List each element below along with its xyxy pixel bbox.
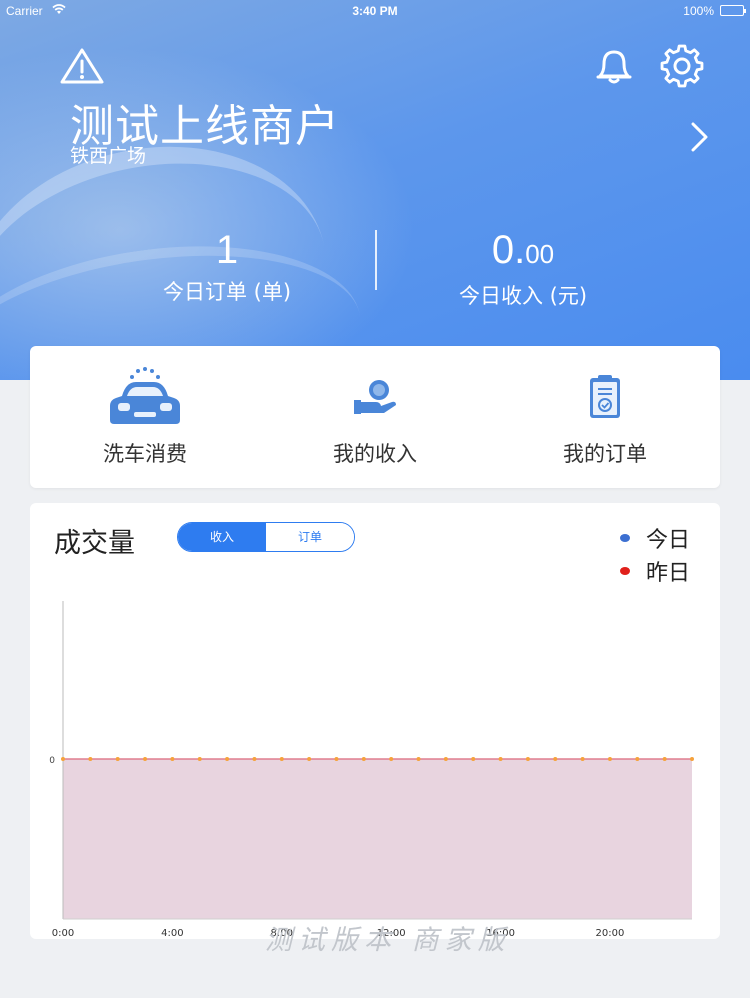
chart-type-toggle: 收入 订单 <box>177 522 355 552</box>
income-integer: 0. <box>491 228 526 272</box>
data-point <box>580 757 585 761</box>
today-income-value: 0.00 <box>373 226 673 278</box>
legend-label-today: 今日 <box>646 527 691 553</box>
today-income-label: 今日收入 (元) <box>458 284 588 308</box>
merchant-location: 铁西广场 <box>70 145 147 167</box>
x-tick-label: 20:00 <box>596 928 625 939</box>
data-point <box>607 757 612 761</box>
volume-chart: 00:00 4:00 8:00 12:00 16:00 20:00 <box>49 601 694 939</box>
data-point <box>471 757 476 761</box>
x-tick-label: 4:00 <box>161 928 183 939</box>
data-point <box>252 757 257 761</box>
chart-title: 成交量 <box>54 528 135 559</box>
battery-percent: 100% <box>683 4 714 18</box>
data-point <box>225 757 230 761</box>
data-point <box>525 757 530 761</box>
data-point <box>143 757 148 761</box>
menu-item-income[interactable]: 我的收入 <box>260 346 490 488</box>
today-orders-stat[interactable]: 1 今日订单 (单) <box>77 226 377 306</box>
data-point <box>635 757 640 761</box>
data-point <box>498 757 503 761</box>
warning-icon[interactable] <box>58 46 106 90</box>
legend-dot-yesterday <box>620 566 630 575</box>
gear-icon[interactable] <box>658 44 706 92</box>
data-point <box>279 757 284 761</box>
tab-income[interactable]: 收入 <box>178 523 266 551</box>
data-point <box>416 757 421 761</box>
today-income-stat[interactable]: 0.00 今日收入 (元) <box>373 226 673 310</box>
menu-label-income: 我的收入 <box>333 442 417 466</box>
menu-label-car-wash: 洗车消费 <box>103 442 187 466</box>
income-decimal: 00 <box>525 239 555 269</box>
chevron-right-icon[interactable] <box>686 120 714 158</box>
data-point <box>553 757 558 761</box>
data-point <box>389 757 394 761</box>
data-point <box>443 757 448 761</box>
data-point <box>88 757 93 761</box>
y-tick-label: 0 <box>49 756 55 766</box>
today-orders-value: 1 <box>215 228 239 272</box>
menu-item-orders[interactable]: 我的订单 <box>490 346 720 488</box>
chart-area-fill <box>63 759 692 919</box>
data-point <box>690 757 694 761</box>
data-point <box>662 757 667 761</box>
menu-item-car-wash[interactable]: 洗车消费 <box>30 346 260 488</box>
today-orders-label: 今日订单 (单) <box>162 280 292 304</box>
watermark-text: 测试版本 商家版 <box>265 925 511 956</box>
data-point <box>334 757 339 761</box>
order-clipboard-icon <box>490 364 720 434</box>
menu-label-orders: 我的订单 <box>563 442 647 466</box>
volume-chart-card: 0 0:00 4:00 8:00 12:00 16:00 20:00 成交量 收入 订单 今… <box>30 503 720 939</box>
data-point <box>197 757 202 761</box>
income-icon <box>260 364 490 434</box>
data-point <box>170 757 175 761</box>
tab-orders[interactable]: 订单 <box>266 523 354 551</box>
x-tick-label: 0:00 <box>52 928 74 939</box>
legend-dot-today <box>620 533 630 542</box>
data-point <box>61 757 65 761</box>
battery-icon <box>720 5 746 16</box>
chart-legend: 今日 昨日 <box>620 521 690 587</box>
data-point <box>115 757 120 761</box>
legend-label-yesterday: 昨日 <box>646 560 691 586</box>
legend-today: 今日 <box>620 521 690 554</box>
clock: 3:40 PM <box>352 4 398 18</box>
data-point <box>361 757 366 761</box>
car-wash-icon <box>30 364 260 434</box>
data-point <box>307 757 312 761</box>
quick-menu-card: 洗车消费 我的收入 我的订单 <box>30 346 720 488</box>
bell-icon[interactable] <box>590 44 638 90</box>
status-bar: Carrier 3:40 PM 100% <box>0 0 750 22</box>
header: Carrier 3:40 PM 100% 测试上线商户 铁西广场 1 今日订单 … <box>0 0 750 380</box>
legend-yesterday: 昨日 <box>620 554 690 587</box>
